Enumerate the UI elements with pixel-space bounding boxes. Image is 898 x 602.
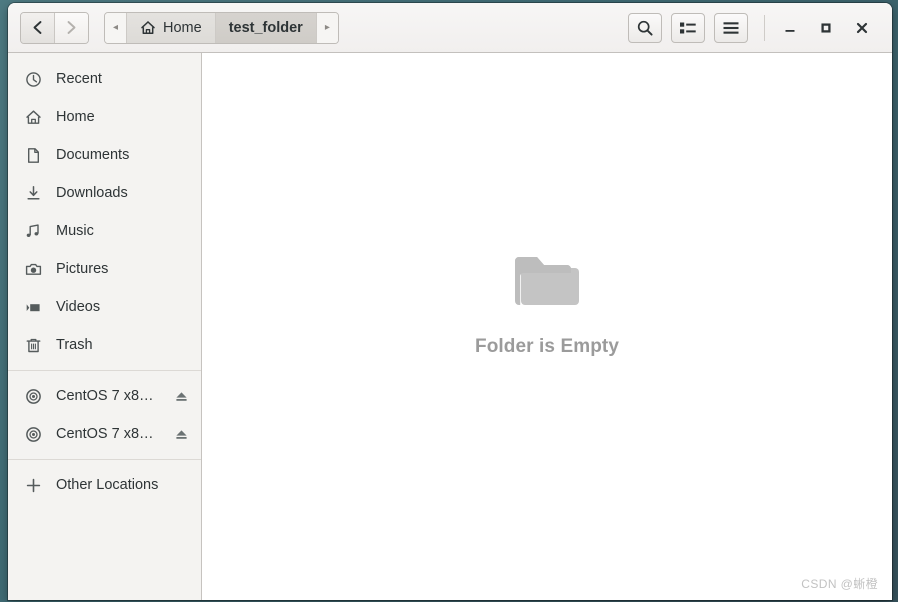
sidebar-item-label: CentOS 7 x8… <box>56 388 154 404</box>
breadcrumb-label: Home <box>163 19 202 36</box>
file-manager-window: ◂ Home test_folder ▸ Recent Home Documen… <box>8 3 892 600</box>
empty-folder-state: Folder is Empty <box>475 255 619 358</box>
sidebar-item-label: CentOS 7 x8… <box>56 426 154 442</box>
search-icon <box>637 20 653 36</box>
sidebar-item-label: Home <box>56 109 95 125</box>
sidebar-item-label: Other Locations <box>56 477 159 493</box>
back-button[interactable] <box>21 12 55 43</box>
sidebar-item-label: Videos <box>56 299 101 315</box>
eject-icon[interactable] <box>171 389 191 404</box>
window-body: Recent Home Documents Downloads Music Pi… <box>8 53 892 600</box>
sidebar-item-documents[interactable]: Documents <box>8 136 201 174</box>
sidebar-item-device-2[interactable]: CentOS 7 x8… <box>8 415 201 453</box>
header-bar: ◂ Home test_folder ▸ <box>8 3 892 53</box>
sidebar-item-device-1[interactable]: CentOS 7 x8… <box>8 377 201 415</box>
search-button[interactable] <box>628 12 662 43</box>
chevron-right-icon <box>67 21 76 34</box>
hamburger-menu-icon <box>723 21 739 34</box>
sidebar-item-label: Music <box>56 223 94 239</box>
sidebar-item-recent[interactable]: Recent <box>8 60 201 98</box>
header-actions <box>619 11 880 45</box>
document-icon <box>25 147 47 164</box>
watermark: CSDN @蜥橙 <box>801 577 878 591</box>
close-icon <box>856 22 868 33</box>
file-list-area[interactable]: Folder is Empty CSDN @蜥橙 <box>202 53 892 600</box>
breadcrumb: ◂ Home test_folder ▸ <box>104 11 339 44</box>
plus-icon <box>25 477 47 494</box>
header-separator <box>764 14 765 41</box>
clock-icon <box>25 71 47 88</box>
eject-icon[interactable] <box>171 427 191 442</box>
navigation-button-group <box>20 11 89 44</box>
close-button[interactable] <box>844 11 880 45</box>
sidebar-item-label: Downloads <box>56 185 128 201</box>
view-options-button[interactable] <box>671 12 705 43</box>
breadcrumb-scroll-right[interactable]: ▸ <box>316 12 338 43</box>
list-view-icon <box>680 22 696 33</box>
music-note-icon <box>25 223 47 240</box>
maximize-button[interactable] <box>808 11 844 45</box>
breadcrumb-item-current[interactable]: test_folder <box>215 12 317 43</box>
menu-button[interactable] <box>714 12 748 43</box>
empty-folder-message: Folder is Empty <box>474 336 620 357</box>
sidebar-item-videos[interactable]: Videos <box>8 288 201 326</box>
minimize-icon <box>785 29 795 32</box>
trash-icon <box>25 337 47 354</box>
triangle-right-icon: ▸ <box>324 22 330 33</box>
camera-icon <box>25 261 47 278</box>
download-icon <box>25 185 47 202</box>
breadcrumb-scroll-left[interactable]: ◂ <box>105 12 126 43</box>
home-icon <box>25 109 47 126</box>
breadcrumb-item-home[interactable]: Home <box>126 12 216 43</box>
home-icon <box>141 20 155 34</box>
minimize-button[interactable] <box>772 11 808 45</box>
maximize-icon <box>821 22 831 33</box>
sidebar-item-trash[interactable]: Trash <box>8 326 201 364</box>
chevron-left-icon <box>33 21 42 34</box>
sidebar-item-label: Pictures <box>56 261 109 277</box>
sidebar: Recent Home Documents Downloads Music Pi… <box>8 53 202 600</box>
sidebar-item-downloads[interactable]: Downloads <box>8 174 201 212</box>
sidebar-item-music[interactable]: Music <box>8 212 201 250</box>
sidebar-divider <box>8 459 201 460</box>
sidebar-item-label: Recent <box>56 71 102 87</box>
sidebar-item-label: Trash <box>56 337 93 353</box>
triangle-left-icon: ◂ <box>112 22 119 33</box>
sidebar-item-pictures[interactable]: Pictures <box>8 250 201 288</box>
sidebar-divider <box>8 370 201 371</box>
optical-disc-icon <box>25 426 47 443</box>
optical-disc-icon <box>25 388 47 405</box>
sidebar-item-other-locations[interactable]: Other Locations <box>8 466 201 504</box>
forward-button[interactable] <box>55 12 88 43</box>
folder-icon <box>513 255 581 318</box>
breadcrumb-label: test_folder <box>228 19 303 36</box>
video-icon <box>25 299 47 316</box>
sidebar-item-label: Documents <box>56 147 130 163</box>
sidebar-item-home[interactable]: Home <box>8 98 201 136</box>
